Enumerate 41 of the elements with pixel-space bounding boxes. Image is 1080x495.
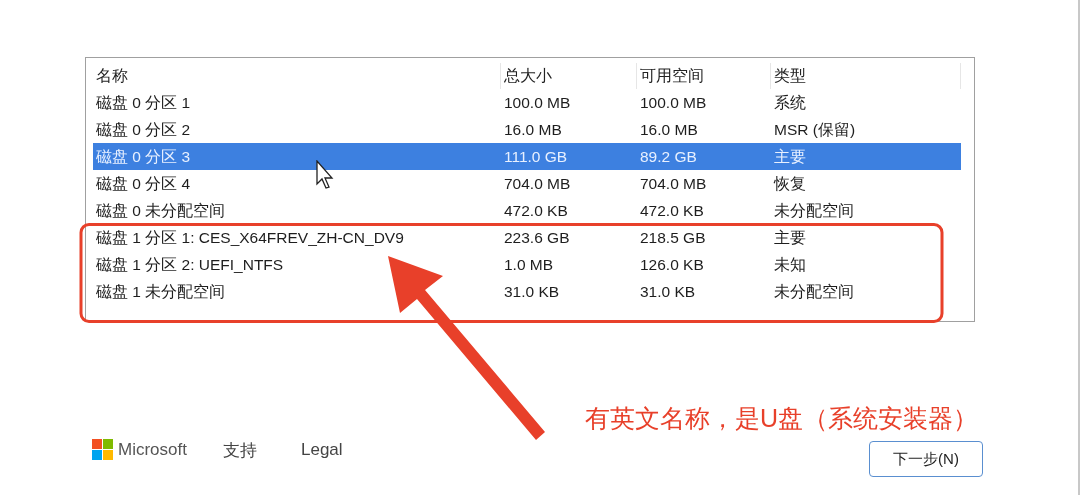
table-cell[interactable]: 100.0 MB: [501, 89, 637, 116]
table-cell[interactable]: 未分配空间: [771, 278, 961, 305]
table-cell[interactable]: 磁盘 1 分区 2: UEFI_NTFS: [93, 251, 501, 278]
table-cell[interactable]: 磁盘 0 未分配空间: [93, 197, 501, 224]
table-cell[interactable]: 223.6 GB: [501, 224, 637, 251]
table-cell[interactable]: 16.0 MB: [501, 116, 637, 143]
column-header[interactable]: 名称: [93, 63, 501, 89]
column-header[interactable]: 可用空间: [637, 63, 771, 89]
table-cell[interactable]: 704.0 MB: [637, 170, 771, 197]
table-cell[interactable]: 恢复: [771, 170, 961, 197]
table-cell[interactable]: 主要: [771, 224, 961, 251]
table-cell[interactable]: 100.0 MB: [637, 89, 771, 116]
footer-link[interactable]: Legal: [300, 440, 343, 460]
table-cell[interactable]: 磁盘 0 分区 4: [93, 170, 501, 197]
table-cell[interactable]: 系统: [771, 89, 961, 116]
table-cell[interactable]: 主要: [771, 143, 961, 170]
partition-list[interactable]: [85, 57, 975, 322]
table-cell[interactable]: 218.5 GB: [637, 224, 771, 251]
table-cell[interactable]: 31.0 KB: [501, 278, 637, 305]
column-header[interactable]: 总大小: [501, 63, 637, 89]
table-cell[interactable]: 126.0 KB: [637, 251, 771, 278]
table-cell[interactable]: 16.0 MB: [637, 116, 771, 143]
table-cell[interactable]: 未知: [771, 251, 961, 278]
table-cell[interactable]: 704.0 MB: [501, 170, 637, 197]
table-cell[interactable]: 1.0 MB: [501, 251, 637, 278]
footer-link[interactable]: 支持: [222, 438, 257, 462]
table-cell[interactable]: 472.0 KB: [637, 197, 771, 224]
table-cell[interactable]: 磁盘 0 分区 2: [93, 116, 501, 143]
mouse-cursor-icon: [316, 160, 336, 190]
column-header[interactable]: 类型: [771, 63, 961, 89]
table-cell[interactable]: 磁盘 1 分区 1: CES_X64FREV_ZH-CN_DV9: [93, 224, 501, 251]
table-cell[interactable]: 磁盘 1 未分配空间: [93, 278, 501, 305]
next-button[interactable]: 下一步(N): [869, 441, 983, 477]
windows-logo-icon: [92, 439, 114, 461]
table-cell[interactable]: 未分配空间: [771, 197, 961, 224]
table-cell[interactable]: 31.0 KB: [637, 278, 771, 305]
brand-name: Microsoft: [118, 440, 187, 460]
annotation-text: 有英文名称，是U盘（系统安装器）: [585, 403, 979, 434]
table-cell[interactable]: MSR (保留): [771, 116, 961, 143]
table-cell[interactable]: 磁盘 0 分区 1: [93, 89, 501, 116]
table-cell[interactable]: 472.0 KB: [501, 197, 637, 224]
